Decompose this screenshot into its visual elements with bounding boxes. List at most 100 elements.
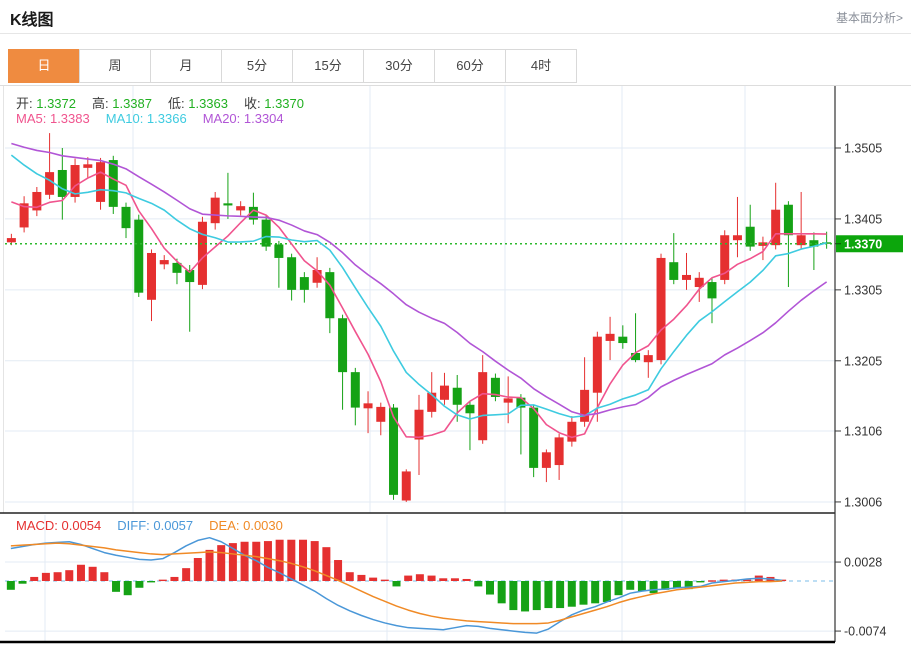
candle-body xyxy=(299,277,309,290)
candle-body xyxy=(108,160,118,207)
candle-body xyxy=(261,219,271,247)
candle-body xyxy=(732,235,742,241)
macd-hist-bar xyxy=(287,539,296,581)
candle-body xyxy=(669,262,679,280)
candle-body xyxy=(121,206,131,229)
macd-legend-item: DIFF: 0.0057 xyxy=(117,518,194,533)
candle-body xyxy=(83,164,93,168)
macd-hist-bar xyxy=(485,581,494,595)
macd-hist-bar xyxy=(76,564,85,581)
candle-body xyxy=(478,372,488,441)
candle-body xyxy=(223,203,233,206)
ohlc-legend-item: 开: 1.3372 xyxy=(16,96,76,111)
macd-hist-bar xyxy=(474,581,483,587)
candle-body xyxy=(401,471,411,501)
macd-tick-label: -0.0074 xyxy=(844,625,886,639)
candle-body xyxy=(6,238,16,243)
macd-hist-bar xyxy=(158,579,167,582)
macd-hist-bar xyxy=(193,557,202,581)
ma-legend-item: MA10: 1.3366 xyxy=(105,111,187,126)
macd-hist-bar xyxy=(65,570,74,581)
macd-hist-bar xyxy=(41,572,50,581)
candle-body xyxy=(414,409,424,440)
y-tick-label: 1.3505 xyxy=(844,142,882,156)
macd-hist-bar xyxy=(509,581,518,611)
candle-body xyxy=(325,272,335,319)
candle-body xyxy=(643,355,653,363)
candle-body xyxy=(363,403,373,409)
macd-hist-bar xyxy=(521,581,530,612)
macd-hist-bar xyxy=(497,581,506,604)
candle-body xyxy=(618,336,628,344)
candle-body xyxy=(287,257,297,290)
candle-body xyxy=(554,437,564,466)
y-tick-label: 1.3405 xyxy=(844,212,882,226)
macd-hist-bar xyxy=(310,541,319,581)
candle-body xyxy=(338,318,348,373)
macd-hist-bar xyxy=(369,577,378,581)
candle-body xyxy=(503,398,513,403)
candle-body xyxy=(350,372,360,408)
macd-hist-bar xyxy=(567,581,576,607)
macd-hist-bar xyxy=(532,581,541,611)
macd-hist-bar xyxy=(100,572,109,581)
candle-body xyxy=(592,336,602,393)
candle-body xyxy=(57,169,67,197)
macd-hist-bar xyxy=(30,576,39,581)
macd-hist-bar xyxy=(123,581,132,596)
macd-tick-label: 0.0028 xyxy=(844,556,882,570)
macd-hist-bar xyxy=(88,566,97,581)
macd-hist-bar xyxy=(182,568,191,581)
ohlc-legend-item: 低: 1.3363 xyxy=(168,96,228,111)
y-tick-label: 1.3205 xyxy=(844,354,882,368)
candle-body xyxy=(439,385,449,400)
macd-hist-bar xyxy=(392,581,401,587)
candle-body xyxy=(707,282,717,299)
candle-body xyxy=(567,421,577,442)
candle-body xyxy=(682,274,692,280)
ohlc-legend-item: 高: 1.3387 xyxy=(92,96,152,111)
macd-hist-bar xyxy=(544,581,553,609)
macd-hist-bar xyxy=(404,575,413,581)
macd-hist-bar xyxy=(649,581,658,594)
macd-hist-bar xyxy=(135,581,144,588)
macd-hist-bar xyxy=(556,581,565,609)
ma20-line xyxy=(11,142,828,417)
macd-legend: MACD: 0.0054 DIFF: 0.0057 DEA: 0.0030 xyxy=(16,518,299,533)
candle-body xyxy=(656,257,666,361)
macd-hist-bar xyxy=(591,581,600,604)
current-price-label: 1.3370 xyxy=(844,237,882,251)
ohlc-legend-item: 收: 1.3370 xyxy=(244,96,304,111)
candle-body xyxy=(529,407,539,468)
candle-body xyxy=(45,172,55,195)
macd-hist-bar xyxy=(439,578,448,581)
macd-hist-bar xyxy=(380,579,389,582)
macd-hist-bar xyxy=(217,545,226,581)
macd-hist-bar xyxy=(696,581,705,583)
ma-legend-item: MA20: 1.3304 xyxy=(202,111,284,126)
candle-body xyxy=(236,206,246,211)
candle-body xyxy=(465,404,475,414)
macd-hist-bar xyxy=(345,572,354,581)
candle-body xyxy=(210,197,220,224)
macd-hist-bar xyxy=(53,572,62,581)
candle-body xyxy=(197,221,207,285)
candle-body xyxy=(605,333,615,341)
candle-body xyxy=(452,387,462,405)
y-tick-label: 1.3006 xyxy=(844,495,882,509)
macd-hist-bar xyxy=(18,581,27,584)
candle-body xyxy=(274,244,284,258)
macd-hist-bar xyxy=(462,578,471,581)
macd-hist-bar xyxy=(6,581,15,590)
candle-body xyxy=(541,452,551,468)
macd-hist-bar xyxy=(626,581,635,590)
macd-legend-item: DEA: 0.0030 xyxy=(209,518,283,533)
macd-hist-bar xyxy=(672,581,681,588)
candle-body xyxy=(159,260,169,265)
macd-hist-bar xyxy=(299,539,308,581)
ma10-line xyxy=(10,154,827,420)
candle-body xyxy=(376,406,386,422)
macd-hist-bar xyxy=(450,578,459,581)
macd-hist-bar xyxy=(240,541,249,581)
macd-hist-bar xyxy=(334,560,343,581)
